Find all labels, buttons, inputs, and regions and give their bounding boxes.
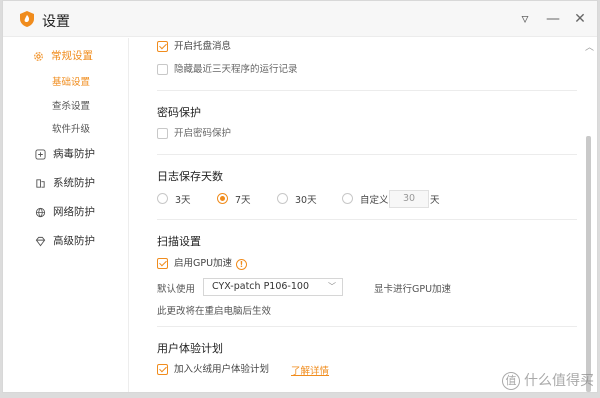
learn-more-link[interactable]: 了解详情 [291,363,329,377]
hide-recent-checkbox[interactable] [157,64,168,75]
gpu-suffix-label: 显卡进行GPU加速 [374,284,452,295]
watermark-text: 什么值得买 [524,373,594,389]
app-logo-icon [20,11,34,27]
gpu-accel-checkbox[interactable] [157,258,168,269]
gear-icon [34,52,43,61]
settings-window: 设置 ▿ — ✕ 常规设置 基础设置 查杀设置 软件升级 病毒防护 系统防护 网… [2,0,598,393]
divider [157,219,577,220]
tray-message-label: 开启托盘消息 [174,41,232,52]
sidebar-sub-basic[interactable]: 基础设置 [52,74,90,88]
sidebar-item-label: 高级防护 [53,235,95,247]
watermark-logo-icon: 值 [502,372,520,390]
scrollbar-thumb[interactable] [586,136,591,392]
password-section-title: 密码保护 [157,106,201,119]
password-label: 开启密码保护 [174,128,232,139]
virus-shield-icon [35,149,46,160]
log-radio-custom[interactable] [342,193,353,204]
sidebar-item-label: 系统防护 [53,177,95,189]
tray-message-checkbox[interactable] [157,41,168,52]
sidebar-item-label: 常规设置 [51,50,93,62]
minimize-icon[interactable]: — [544,10,562,28]
menu-dropdown-icon[interactable]: ▿ [516,10,534,28]
scrollbar[interactable]: ︿ [582,38,597,392]
sidebar-sub-scan[interactable]: 查杀设置 [52,98,90,112]
experience-section-title: 用户体验计划 [157,342,223,355]
restart-note: 此更改将在重启电脑后生效 [157,306,272,317]
experience-checkbox[interactable] [157,364,168,375]
log-radio-3[interactable] [157,193,168,204]
hide-recent-label: 隐藏最近三天程序的运行记录 [174,64,298,75]
title-bar: 设置 ▿ — ✕ [3,1,597,37]
log-radio-30[interactable] [277,193,288,204]
gpu-select-value: CYX-patch P106-100 [212,281,309,292]
globe-icon [35,207,46,218]
divider [157,326,577,327]
log-radio-7[interactable] [217,193,228,204]
custom-days-unit: 天 [430,195,440,206]
default-use-label: 默认使用 [157,284,196,295]
gpu-accel-label: 启用GPU加速 [174,258,233,269]
log-radio-label: 7天 [235,195,251,206]
log-section-title: 日志保存天数 [157,170,223,183]
log-radio-label: 自定义 [360,195,389,206]
watermark: 值什么值得买 [502,370,594,390]
sidebar-item-label: 病毒防护 [53,148,95,160]
log-radio-label: 3天 [175,195,191,206]
scan-section-title: 扫描设置 [157,235,201,248]
custom-days-input[interactable]: 30 [389,190,429,208]
experience-label: 加入火绒用户体验计划 [174,364,270,375]
close-icon[interactable]: ✕ [571,10,589,28]
diamond-icon [35,236,46,247]
sidebar-item-label: 网络防护 [53,206,95,218]
password-checkbox[interactable] [157,128,168,139]
log-radio-label: 30天 [295,195,317,206]
chevron-down-icon: ﹀ [328,282,336,291]
sidebar: 常规设置 基础设置 查杀设置 软件升级 病毒防护 系统防护 网络防护 高级防护 [3,38,129,392]
divider [157,90,577,91]
warning-icon[interactable]: ! [236,259,247,270]
system-icon [36,179,45,188]
settings-content: 开启托盘消息 隐藏最近三天程序的运行记录 密码保护 开启密码保护 日志保存天数 … [130,38,582,392]
gpu-select[interactable]: CYX-patch P106-100 ﹀ [203,278,343,296]
divider [157,154,577,155]
sidebar-sub-upgrade[interactable]: 软件升级 [52,121,90,135]
scroll-up-icon[interactable]: ︿ [585,40,594,53]
window-title: 设置 [42,14,70,30]
